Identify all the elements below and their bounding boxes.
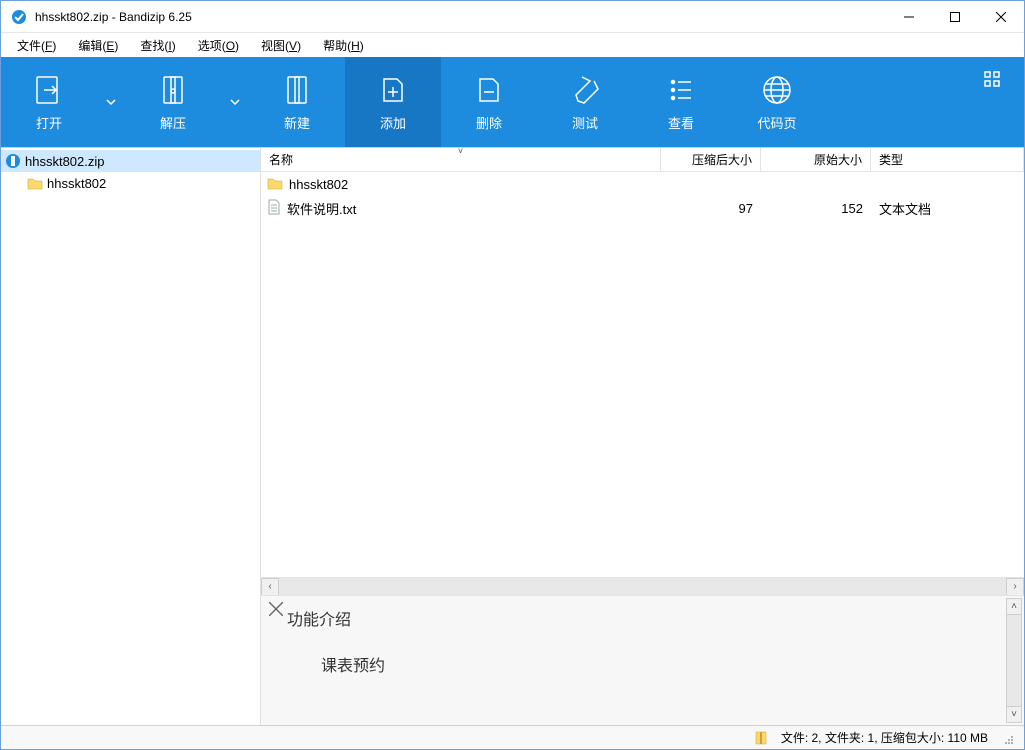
archive-icon <box>753 730 769 746</box>
panel-close-icon[interactable] <box>269 602 283 616</box>
tree-panel: hhsskt802.zip hhsskt802 <box>1 148 261 725</box>
col-compressed[interactable]: 压缩后大小 <box>661 148 761 171</box>
right-panel: ˅ 名称 压缩后大小 原始大小 类型 hhsskt802 <box>261 148 1024 725</box>
folder-icon <box>267 176 283 193</box>
col-name[interactable]: ˅ 名称 <box>261 148 661 171</box>
tool-codepage[interactable]: 代码页 <box>729 57 825 147</box>
menu-edit[interactable]: 编辑(E) <box>72 35 124 56</box>
item-compressed: 97 <box>661 201 761 216</box>
close-button[interactable] <box>978 1 1024 33</box>
view-icon <box>664 73 698 107</box>
maximize-button[interactable] <box>932 1 978 33</box>
statusbar: 文件: 2, 文件夹: 1, 压缩包大小: 110 MB <box>1 725 1024 749</box>
archive-icon <box>5 153 21 169</box>
tool-new[interactable]: 新建 <box>249 57 345 147</box>
tool-delete[interactable]: 删除 <box>441 57 537 147</box>
app-window: hhsskt802.zip - Bandizip 6.25 文件(F) 编辑(E… <box>0 0 1025 750</box>
toolbar: 打开 解压 新建 添加 删除 <box>1 57 1024 147</box>
col-type[interactable]: 类型 <box>871 148 1024 171</box>
vertical-scrollbar[interactable]: ˄ ˅ <box>1006 598 1022 723</box>
menu-view[interactable]: 视图(V) <box>255 35 307 56</box>
text-file-icon <box>267 199 281 218</box>
tool-test[interactable]: 测试 <box>537 57 633 147</box>
info-title: 功能介绍 <box>287 606 1006 630</box>
test-icon <box>568 73 602 107</box>
menu-find[interactable]: 查找(I) <box>134 35 181 56</box>
menu-help[interactable]: 帮助(H) <box>317 35 370 56</box>
item-name: 软件说明.txt <box>287 199 356 218</box>
item-original: 152 <box>761 201 871 216</box>
window-title: hhsskt802.zip - Bandizip 6.25 <box>35 10 192 24</box>
tool-open-dropdown[interactable] <box>97 57 125 147</box>
titlebar: hhsskt802.zip - Bandizip 6.25 <box>1 1 1024 33</box>
scroll-track[interactable] <box>1007 615 1021 706</box>
resize-grip-icon[interactable] <box>1000 731 1014 745</box>
minimize-button[interactable] <box>886 1 932 33</box>
main-area: hhsskt802.zip hhsskt802 ˅ 名称 压缩后大小 原始大小 … <box>1 147 1024 725</box>
scroll-up-icon[interactable]: ˄ <box>1007 599 1021 615</box>
scroll-left-icon[interactable]: ‹ <box>261 578 279 596</box>
extract-icon <box>156 73 190 107</box>
apps-icon[interactable] <box>984 71 1002 94</box>
tool-open[interactable]: 打开 <box>1 57 97 147</box>
col-original[interactable]: 原始大小 <box>761 148 871 171</box>
sort-indicator-icon: ˅ <box>458 146 463 156</box>
menubar: 文件(F) 编辑(E) 查找(I) 选项(O) 视图(V) 帮助(H) <box>1 33 1024 57</box>
column-headers: ˅ 名称 压缩后大小 原始大小 类型 <box>261 148 1024 172</box>
status-text: 文件: 2, 文件夹: 1, 压缩包大小: 110 MB <box>781 729 988 746</box>
scroll-down-icon[interactable]: ˅ <box>1007 706 1021 722</box>
info-panel: 功能介绍 课表预约 ˄ ˅ <box>261 595 1024 725</box>
tool-extract[interactable]: 解压 <box>125 57 221 147</box>
tool-add[interactable]: 添加 <box>345 57 441 147</box>
open-icon <box>32 73 66 107</box>
tree-child-label: hhsskt802 <box>47 176 106 191</box>
tree-child[interactable]: hhsskt802 <box>1 172 260 194</box>
menu-options[interactable]: 选项(O) <box>192 35 245 56</box>
app-icon <box>11 9 27 25</box>
folder-icon <box>27 175 43 191</box>
scroll-right-icon[interactable]: › <box>1006 578 1024 596</box>
new-icon <box>280 73 314 107</box>
info-sub: 课表预约 <box>321 652 1006 676</box>
item-name: hhsskt802 <box>289 177 348 192</box>
tool-view[interactable]: 查看 <box>633 57 729 147</box>
scroll-track[interactable] <box>279 578 1006 596</box>
item-type: 文本文档 <box>871 199 1024 218</box>
globe-icon <box>760 73 794 107</box>
list-item[interactable]: 软件说明.txt 97 152 文本文档 <box>261 196 1024 220</box>
delete-icon <box>472 73 506 107</box>
tree-root[interactable]: hhsskt802.zip <box>1 150 260 172</box>
add-icon <box>376 73 410 107</box>
file-list: hhsskt802 软件说明.txt 97 152 文本文档 <box>261 172 1024 577</box>
horizontal-scrollbar[interactable]: ‹ › <box>261 577 1024 595</box>
list-item[interactable]: hhsskt802 <box>261 172 1024 196</box>
tree-root-label: hhsskt802.zip <box>25 154 105 169</box>
tool-extract-dropdown[interactable] <box>221 57 249 147</box>
menu-file[interactable]: 文件(F) <box>11 35 62 56</box>
